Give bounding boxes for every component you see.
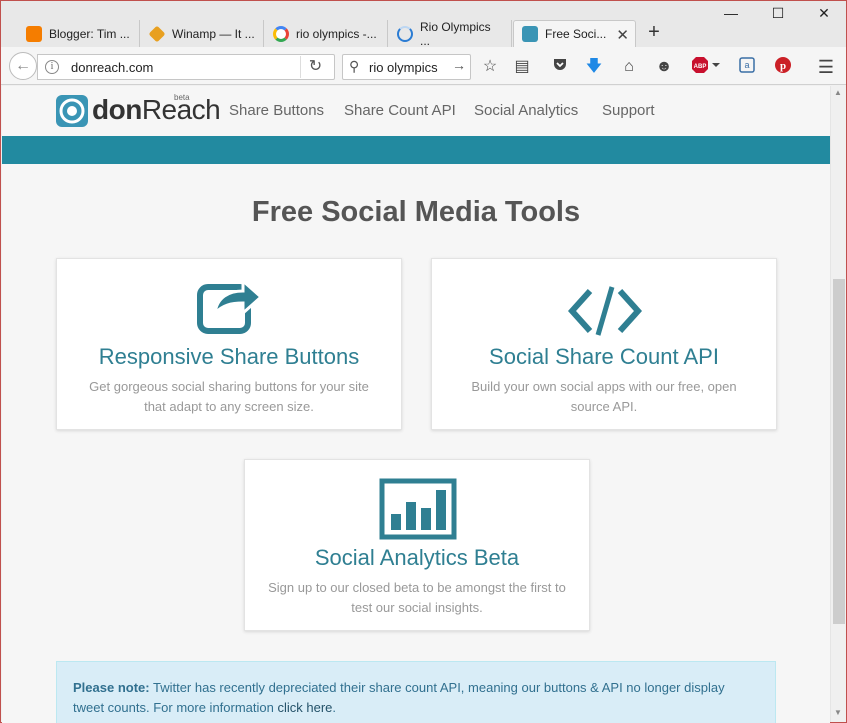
tab-rio[interactable]: Rio Olympics ... xyxy=(389,19,512,48)
search-value[interactable]: rio olympics xyxy=(369,60,438,75)
adblock-label: ABP xyxy=(694,64,707,70)
beta-label: beta xyxy=(174,93,190,102)
page-title: Free Social Media Tools xyxy=(251,196,581,228)
card-description: Build your own social apps with our free… xyxy=(471,379,737,414)
scrollbar-thumb[interactable] xyxy=(833,279,845,624)
minimize-icon[interactable]: — xyxy=(716,5,746,21)
new-tab-button[interactable]: + xyxy=(644,21,664,44)
share-icon xyxy=(197,277,263,334)
tab-google[interactable]: rio olympics -... xyxy=(265,20,388,47)
browser-window: Blogger: Tim ... Winamp — It ... rio oly… xyxy=(0,0,847,723)
note-text: Twitter has recently depreciated their s… xyxy=(73,680,725,715)
home-icon[interactable]: ⌂ xyxy=(618,56,640,78)
logo-text[interactable]: donReach xyxy=(92,94,221,126)
svg-text:a: a xyxy=(744,60,749,70)
nav-social-analytics[interactable]: Social Analytics xyxy=(474,102,578,119)
card-description: Get gorgeous social sharing buttons for … xyxy=(89,379,369,414)
search-go-icon[interactable]: → xyxy=(452,57,466,73)
tab-label: rio olympics -... xyxy=(296,26,377,41)
header-banner xyxy=(2,136,830,164)
tab-winamp[interactable]: Winamp — It ... xyxy=(141,20,264,47)
notice-box: Please note: Twitter has recently deprec… xyxy=(56,661,776,723)
bookmark-star-icon[interactable]: ☆ xyxy=(479,56,501,78)
navigation-bar: ← i donreach.com ↻ ⚲ rio olympics → ☆ ▤ … xyxy=(1,47,846,85)
tab-strip: Blogger: Tim ... Winamp — It ... rio oly… xyxy=(1,1,846,48)
google-icon xyxy=(273,25,289,42)
card-title: Social Share Count API xyxy=(489,344,719,369)
pinterest-icon[interactable]: p xyxy=(772,56,794,78)
search-icon: ⚲ xyxy=(349,58,360,74)
info-icon[interactable]: i xyxy=(45,60,59,74)
loading-icon xyxy=(397,25,413,42)
close-icon[interactable]: ✕ xyxy=(616,26,629,44)
scroll-up-icon[interactable]: ▲ xyxy=(834,88,842,97)
card-title: Responsive Share Buttons xyxy=(98,344,360,369)
note-label: Please note: xyxy=(73,680,150,695)
tab-blogger[interactable]: Blogger: Tim ... xyxy=(18,20,140,47)
card-share-buttons[interactable]: Responsive Share Buttons Get gorgeous so… xyxy=(56,258,402,430)
tab-label: Free Soci... xyxy=(545,27,607,41)
scrollbar[interactable]: ▲ ▼ xyxy=(830,86,846,722)
tab-label: Blogger: Tim ... xyxy=(49,26,130,41)
donreach-logo-icon[interactable] xyxy=(56,95,88,127)
amazon-icon[interactable]: a xyxy=(736,56,758,78)
url-bar[interactable]: i donreach.com ↻ xyxy=(37,54,335,80)
tab-donreach[interactable]: Free Soci... ✕ xyxy=(513,20,636,47)
reading-list-icon[interactable]: ▤ xyxy=(511,56,533,78)
note-end: . xyxy=(332,700,337,715)
reload-icon[interactable]: ↻ xyxy=(300,56,330,78)
donreach-icon xyxy=(522,26,538,42)
url-text[interactable]: donreach.com xyxy=(71,60,153,75)
window-close-icon[interactable]: ✕ xyxy=(809,5,839,22)
click-here-link[interactable]: click here xyxy=(277,700,332,715)
search-input[interactable]: ⚲ rio olympics → xyxy=(342,54,471,80)
back-button[interactable]: ← xyxy=(9,52,37,80)
tab-label: Rio Olympics ... xyxy=(420,19,491,48)
card-social-analytics[interactable]: Social Analytics Beta Sign up to our clo… xyxy=(244,459,590,631)
card-share-count-api[interactable]: Social Share Count API Build your own so… xyxy=(431,258,777,430)
nav-share-count-api[interactable]: Share Count API xyxy=(344,102,456,119)
nav-support[interactable]: Support xyxy=(602,102,655,119)
code-icon xyxy=(568,286,642,336)
bar-chart-icon xyxy=(379,478,457,540)
maximize-icon[interactable]: ☐ xyxy=(763,5,793,22)
svg-text:p: p xyxy=(780,60,786,72)
menu-icon[interactable]: ☰ xyxy=(815,56,837,78)
logo-don: don xyxy=(92,94,142,125)
site-header: donReach beta Share Buttons Share Count … xyxy=(2,86,830,136)
nav-share-buttons[interactable]: Share Buttons xyxy=(229,102,324,119)
adblock-icon[interactable]: ABP xyxy=(691,56,721,78)
card-description: Sign up to our closed beta to be amongst… xyxy=(268,580,566,615)
download-icon[interactable]: 🡇 xyxy=(583,56,605,78)
emoji-icon[interactable]: ☻ xyxy=(653,56,675,78)
card-title: Social Analytics Beta xyxy=(314,545,520,570)
page-viewport: donReach beta Share Buttons Share Count … xyxy=(2,86,830,723)
pocket-icon[interactable] xyxy=(549,56,571,78)
winamp-icon xyxy=(148,25,166,42)
blogger-icon xyxy=(26,25,42,42)
scroll-down-icon[interactable]: ▼ xyxy=(834,708,842,717)
tab-label: Winamp — It ... xyxy=(172,26,255,41)
